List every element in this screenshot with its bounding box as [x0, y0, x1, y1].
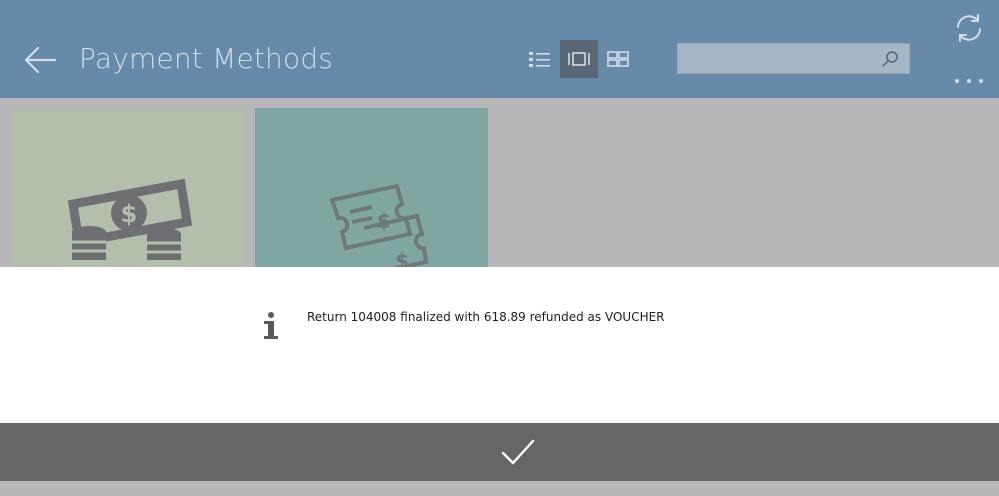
search-box	[677, 43, 910, 74]
page-title: Payment Methods	[79, 42, 334, 75]
message-dialog: Return 104008 finalized with 618.89 refu…	[0, 267, 999, 423]
tile-icon	[568, 52, 590, 66]
svg-text:$: $	[377, 209, 391, 233]
grid-view-button[interactable]	[599, 40, 637, 78]
cash-icon: $	[67, 178, 192, 260]
more-horizontal-icon	[955, 79, 983, 83]
info-icon	[264, 312, 278, 339]
grid-icon	[607, 51, 629, 67]
svg-text:$: $	[395, 249, 409, 268]
dialog-message: Return 104008 finalized with 618.89 refu…	[307, 310, 665, 324]
app-header: Payment Methods	[0, 0, 999, 98]
tile-view-button[interactable]	[560, 40, 598, 78]
search-input[interactable]	[686, 48, 880, 72]
checkmark-icon	[501, 439, 535, 465]
list-view-button[interactable]	[521, 40, 559, 78]
voucher-icon: $ $	[328, 183, 428, 268]
bottom-strip	[0, 481, 999, 496]
arrow-left-icon	[24, 46, 57, 74]
refresh-button[interactable]	[951, 10, 987, 46]
list-icon	[529, 52, 550, 67]
dialog-action-bar	[0, 423, 999, 481]
voucher-tile[interactable]: $ $	[255, 108, 488, 268]
more-button[interactable]	[951, 72, 987, 90]
search-icon[interactable]	[881, 50, 899, 68]
cash-tile[interactable]: $	[12, 108, 245, 268]
back-button[interactable]	[22, 42, 58, 78]
refresh-icon	[957, 14, 981, 42]
ok-button[interactable]	[495, 431, 541, 473]
svg-text:$: $	[120, 200, 137, 228]
